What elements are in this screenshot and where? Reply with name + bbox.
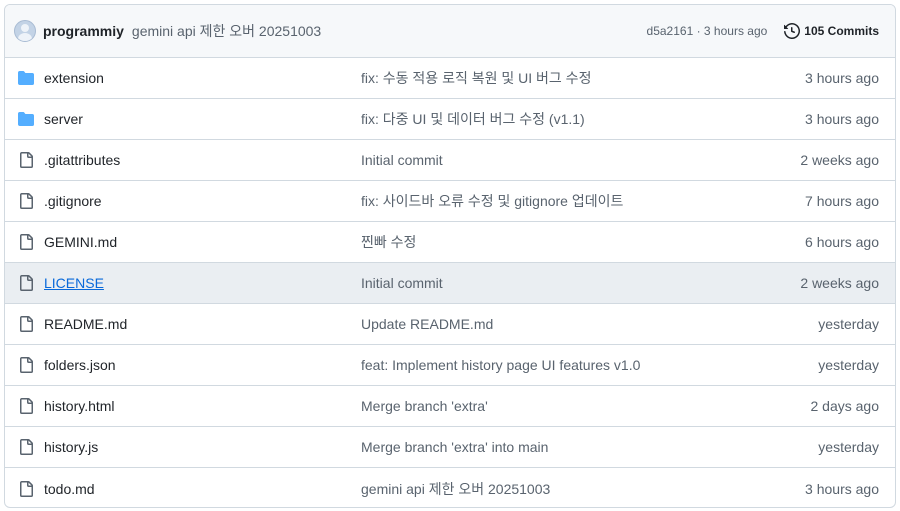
file-icon: [18, 398, 34, 414]
file-row[interactable]: .gitattributes Initial commit 2 weeks ago: [5, 140, 895, 181]
commit-age[interactable]: 7 hours ago: [805, 193, 879, 209]
file-icon: [18, 316, 34, 332]
folder-icon: [18, 70, 34, 86]
latest-commit-bar: programmiy gemini api 제한 오버 20251003 d5a…: [5, 5, 895, 58]
file-name-link[interactable]: todo.md: [44, 481, 361, 497]
commit-age[interactable]: 3 hours ago: [805, 111, 879, 127]
commit-message-link[interactable]: Update README.md: [361, 316, 818, 332]
file-name-link[interactable]: .gitignore: [44, 193, 361, 209]
file-icon: [18, 480, 34, 497]
file-name-link[interactable]: server: [44, 111, 361, 127]
commit-message-link[interactable]: 찐빠 수정: [361, 232, 805, 252]
file-name-link[interactable]: extension: [44, 70, 361, 86]
commits-count: 105 Commits: [804, 24, 879, 38]
file-name-link[interactable]: history.js: [44, 439, 361, 455]
file-icon: [18, 193, 34, 209]
commit-message-link[interactable]: Merge branch 'extra': [361, 398, 811, 414]
folder-icon: [18, 111, 34, 127]
file-name-link[interactable]: folders.json: [44, 357, 361, 373]
file-row[interactable]: todo.md gemini api 제한 오버 20251003 3 hours …: [5, 468, 895, 507]
commit-hash-time[interactable]: d5a2161 · 3 hours ago: [647, 24, 768, 38]
file-icon: [18, 152, 34, 168]
file-browser: programmiy gemini api 제한 오버 20251003 d5a…: [4, 4, 896, 508]
commit-message-link[interactable]: fix: 다중 UI 및 데이터 버그 수정 (v1.1): [361, 109, 805, 129]
commit-age[interactable]: 2 days ago: [811, 398, 880, 414]
file-name-link[interactable]: README.md: [44, 316, 361, 332]
commit-message-link[interactable]: gemini api 제한 오버 20251003: [361, 479, 805, 499]
commit-message-link[interactable]: Merge branch 'extra' into main: [361, 439, 818, 455]
commit-age[interactable]: yesterday: [818, 357, 879, 373]
file-row[interactable]: folders.json feat: Implement history page…: [5, 345, 895, 386]
file-list: extension fix: 수동 적용 로직 복원 및 UI 버그 수정 3 ho…: [5, 58, 895, 507]
commit-message-link[interactable]: Initial commit: [361, 275, 800, 291]
file-name-link[interactable]: history.html: [44, 398, 361, 414]
file-icon: [18, 275, 34, 291]
file-icon: [18, 439, 34, 455]
commit-age[interactable]: 3 hours ago: [805, 481, 879, 497]
commits-history-button[interactable]: 105 Commits: [784, 23, 879, 39]
commit-age[interactable]: yesterday: [818, 439, 879, 455]
file-name-link[interactable]: LICENSE: [44, 275, 361, 291]
file-icon: [18, 234, 34, 250]
file-row[interactable]: .gitignore fix: 사이드바 오류 수정 및 gitignore 업데…: [5, 181, 895, 222]
file-row[interactable]: LICENSE Initial commit 2 weeks ago: [5, 263, 895, 304]
commit-message-link[interactable]: fix: 사이드바 오류 수정 및 gitignore 업데이트: [361, 191, 805, 211]
commit-message-link[interactable]: feat: Implement history page UI features…: [361, 357, 818, 373]
commit-author[interactable]: programmiy: [43, 23, 124, 39]
commit-age[interactable]: yesterday: [818, 316, 879, 332]
file-row[interactable]: history.html Merge branch 'extra' 2 days a…: [5, 386, 895, 427]
file-row[interactable]: server fix: 다중 UI 및 데이터 버그 수정 (v1.1) 3 hou…: [5, 99, 895, 140]
file-row[interactable]: history.js Merge branch 'extra' into main…: [5, 427, 895, 468]
commit-message-link[interactable]: Initial commit: [361, 152, 800, 168]
file-row[interactable]: extension fix: 수동 적용 로직 복원 및 UI 버그 수정 3 ho…: [5, 58, 895, 99]
commit-message-link[interactable]: fix: 수동 적용 로직 복원 및 UI 버그 수정: [361, 68, 805, 88]
avatar[interactable]: [14, 20, 36, 42]
history-icon: [784, 23, 801, 39]
file-name-link[interactable]: GEMINI.md: [44, 234, 361, 250]
file-row[interactable]: README.md Update README.md yesterday: [5, 304, 895, 345]
commit-age[interactable]: 2 weeks ago: [800, 152, 879, 168]
commit-age[interactable]: 2 weeks ago: [800, 275, 879, 291]
file-icon: [18, 357, 34, 373]
file-row[interactable]: GEMINI.md 찐빠 수정 6 hours ago: [5, 222, 895, 263]
commit-age[interactable]: 3 hours ago: [805, 70, 879, 86]
commit-age[interactable]: 6 hours ago: [805, 234, 879, 250]
commit-message[interactable]: gemini api 제한 오버 20251003: [132, 21, 321, 41]
file-name-link[interactable]: .gitattributes: [44, 152, 361, 168]
